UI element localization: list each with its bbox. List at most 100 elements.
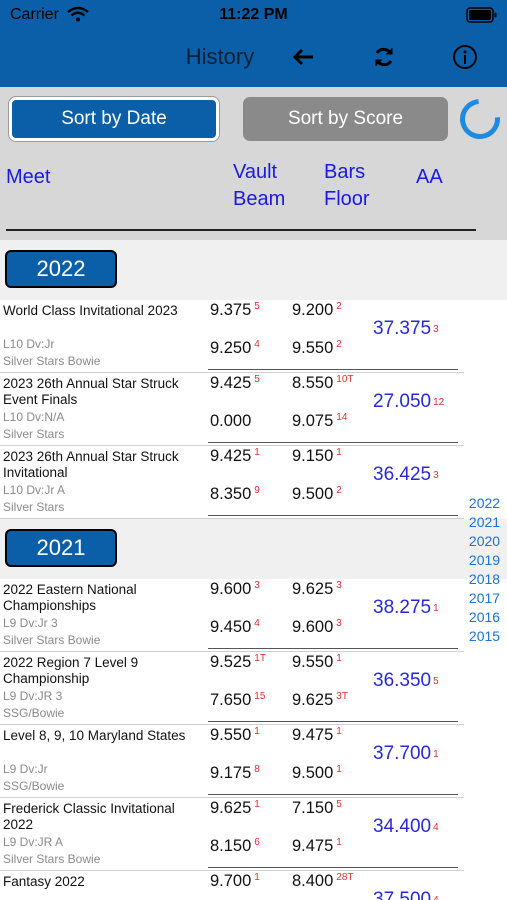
vault-score-rank: 1 <box>254 447 260 458</box>
beam-score: 9.450 4 <box>210 618 260 637</box>
all-around-score: 34.400 4 <box>373 816 439 838</box>
all-around-rank: 12 <box>433 397 445 408</box>
vault-score: 9.550 1 <box>210 726 260 745</box>
all-around-score: 37.375 3 <box>373 318 439 340</box>
beam-score: 9.250 4 <box>210 339 260 358</box>
row-divider <box>208 369 458 370</box>
meet-name: 2023 26th Annual Star Struck Event Final… <box>3 376 179 407</box>
year-index-item[interactable]: 2019 <box>462 551 507 570</box>
bars-score-rank: 3 <box>336 580 342 591</box>
meet-row[interactable]: 2022 Region 7 Level 9 Championship L9 Dv:… <box>0 652 470 725</box>
bars-score: 9.475 1 <box>292 726 342 745</box>
beam-score-rank: 4 <box>254 618 260 629</box>
vault-score: 9.425 1 <box>210 447 260 466</box>
row-divider <box>208 867 458 868</box>
bars-score-value: 9.625 <box>292 580 334 598</box>
floor-score-value: 9.475 <box>292 837 334 855</box>
sort-by-score-button[interactable]: Sort by Score <box>243 97 448 141</box>
bars-score-rank: 1 <box>336 726 342 737</box>
beam-score-value: 8.350 <box>210 485 252 503</box>
year-index-item[interactable]: 2015 <box>462 627 507 646</box>
meet-row[interactable]: 2023 26th Annual Star Struck Event Final… <box>0 373 470 446</box>
header-divider <box>6 229 476 231</box>
meet-row[interactable]: 2023 26th Annual Star Struck Invitationa… <box>0 446 470 519</box>
all-around-value: 27.050 <box>373 391 432 412</box>
vault-score-value: 9.525 <box>210 653 252 671</box>
year-index[interactable]: 2022 2021 2020 2019 2018 2017 2016 2015 <box>462 494 507 646</box>
all-around-rank: 1 <box>433 603 439 614</box>
vault-score: 9.425 5 <box>210 374 260 393</box>
floor-score: 9.500 2 <box>292 485 342 504</box>
all-around-value: 36.350 <box>373 670 432 691</box>
bars-score-value: 7.150 <box>292 799 334 817</box>
vault-score: 9.625 1 <box>210 799 260 818</box>
vault-score-value: 9.550 <box>210 726 252 744</box>
vault-score-value: 9.425 <box>210 374 252 392</box>
floor-score-value: 9.550 <box>292 339 334 357</box>
bars-score-value: 9.200 <box>292 301 334 319</box>
info-icon[interactable] <box>448 42 482 72</box>
meet-club: Silver Stars <box>3 500 65 514</box>
floor-score: 9.475 1 <box>292 837 342 856</box>
all-around-score: 36.350 5 <box>373 670 439 692</box>
beam-score-rank: 4 <box>254 339 260 350</box>
beam-score-value: 0.000 <box>210 412 252 430</box>
row-divider <box>208 515 458 516</box>
bars-score: 9.200 2 <box>292 301 342 320</box>
meet-row[interactable]: World Class Invitational 2023 L10 Dv:Jr Si… <box>0 300 470 373</box>
all-around-rank: 1 <box>433 749 439 760</box>
meet-row[interactable]: Fantasy 2022 9.7001 8.40028T 37.5004 <box>0 871 470 900</box>
floor-score-rank: 3 <box>336 618 342 629</box>
vault-score: 9.700 1 <box>210 872 260 891</box>
row-divider <box>208 648 458 649</box>
clock: 11:22 PM <box>219 6 288 23</box>
year-section-header: 2021 <box>0 519 507 579</box>
meet-club: Silver Stars Bowie <box>3 633 101 647</box>
vault-score-rank: 5 <box>254 374 260 385</box>
all-around-value: 38.275 <box>373 597 432 618</box>
bars-score-value: 9.550 <box>292 653 334 671</box>
year-index-item[interactable]: 2017 <box>462 589 507 608</box>
back-arrow-icon[interactable] <box>286 42 320 72</box>
meet-club: Silver Stars Bowie <box>3 852 101 866</box>
beam-score: 9.175 8 <box>210 764 260 783</box>
beam-score-rank: 6 <box>254 837 260 848</box>
meet-row[interactable]: Level 8, 9, 10 Maryland States L9 Dv:Jr SS… <box>0 725 470 798</box>
meet-row[interactable]: Frederick Classic Invitational 2022 L9 Dv… <box>0 798 470 871</box>
beam-score-rank: 9 <box>254 485 260 496</box>
year-section-header: 2022 <box>0 240 507 300</box>
meet-history-list[interactable]: 2022 World Class Invitational 2023 L10 Dv:… <box>0 240 507 900</box>
meet-name: 2022 Region 7 Level 9 Championship <box>3 655 139 686</box>
year-index-item[interactable]: 2022 <box>462 494 507 513</box>
sort-by-date-button[interactable]: Sort by Date <box>9 97 219 141</box>
year-badge[interactable]: 2021 <box>5 529 117 567</box>
header-vault: Vault <box>233 161 278 183</box>
year-index-item[interactable]: 2021 <box>462 513 507 532</box>
floor-score-value: 9.625 <box>292 691 334 709</box>
vault-score-rank: 5 <box>254 301 260 312</box>
bars-score-rank: 1 <box>336 447 342 458</box>
all-around-score: 38.275 1 <box>373 597 439 619</box>
year-badge[interactable]: 2022 <box>5 250 117 288</box>
meet-name: 2023 26th Annual Star Struck Invitationa… <box>3 449 179 480</box>
header-beam: Beam <box>233 188 286 210</box>
header-meet: Meet <box>6 166 51 188</box>
meet-row[interactable]: 2022 Eastern National Championships L9 Dv… <box>0 579 470 652</box>
year-index-item[interactable]: 2018 <box>462 570 507 589</box>
refresh-icon[interactable] <box>367 42 401 72</box>
meet-name: 2022 Eastern National Championships <box>3 582 137 613</box>
meet-name: Frederick Classic Invitational 2022 <box>3 801 175 832</box>
year-index-item[interactable]: 2020 <box>462 532 507 551</box>
meet-level: L10 Dv:Jr A <box>3 483 66 497</box>
bars-score-rank: 5 <box>336 799 342 810</box>
floor-score-value: 9.500 <box>292 764 334 782</box>
meet-name: Level 8, 9, 10 Maryland States <box>3 728 186 743</box>
year-index-item[interactable]: 2016 <box>462 608 507 627</box>
all-around-rank: 4 <box>433 895 439 900</box>
vault-score-rank: 1 <box>254 872 260 883</box>
battery-icon <box>466 7 497 23</box>
floor-score: 9.075 14 <box>292 412 347 431</box>
meet-level: L9 Dv:Jr <box>3 762 48 776</box>
beam-score: 8.350 9 <box>210 485 260 504</box>
all-around-score: 37.5004 <box>373 889 439 900</box>
